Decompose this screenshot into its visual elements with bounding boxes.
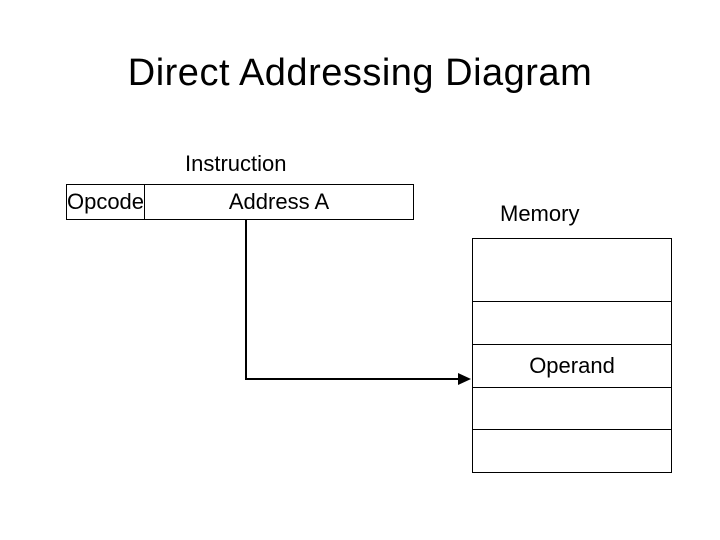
- memory-cell-3: [473, 388, 671, 431]
- page-title: Direct Addressing Diagram: [0, 52, 720, 95]
- instruction-box: Opcode Address A: [66, 184, 414, 220]
- opcode-field: Opcode: [67, 185, 145, 219]
- address-field: Address A: [145, 185, 413, 219]
- memory-cell-0: [473, 239, 671, 302]
- instruction-label: Instruction: [185, 151, 287, 177]
- memory-cell-operand: Operand: [473, 345, 671, 388]
- memory-cell-1: [473, 302, 671, 345]
- memory-cell-4: [473, 430, 671, 472]
- memory-box: Operand: [472, 238, 672, 473]
- memory-label: Memory: [500, 201, 579, 227]
- diagram-canvas: Direct Addressing Diagram Instruction Op…: [0, 0, 720, 540]
